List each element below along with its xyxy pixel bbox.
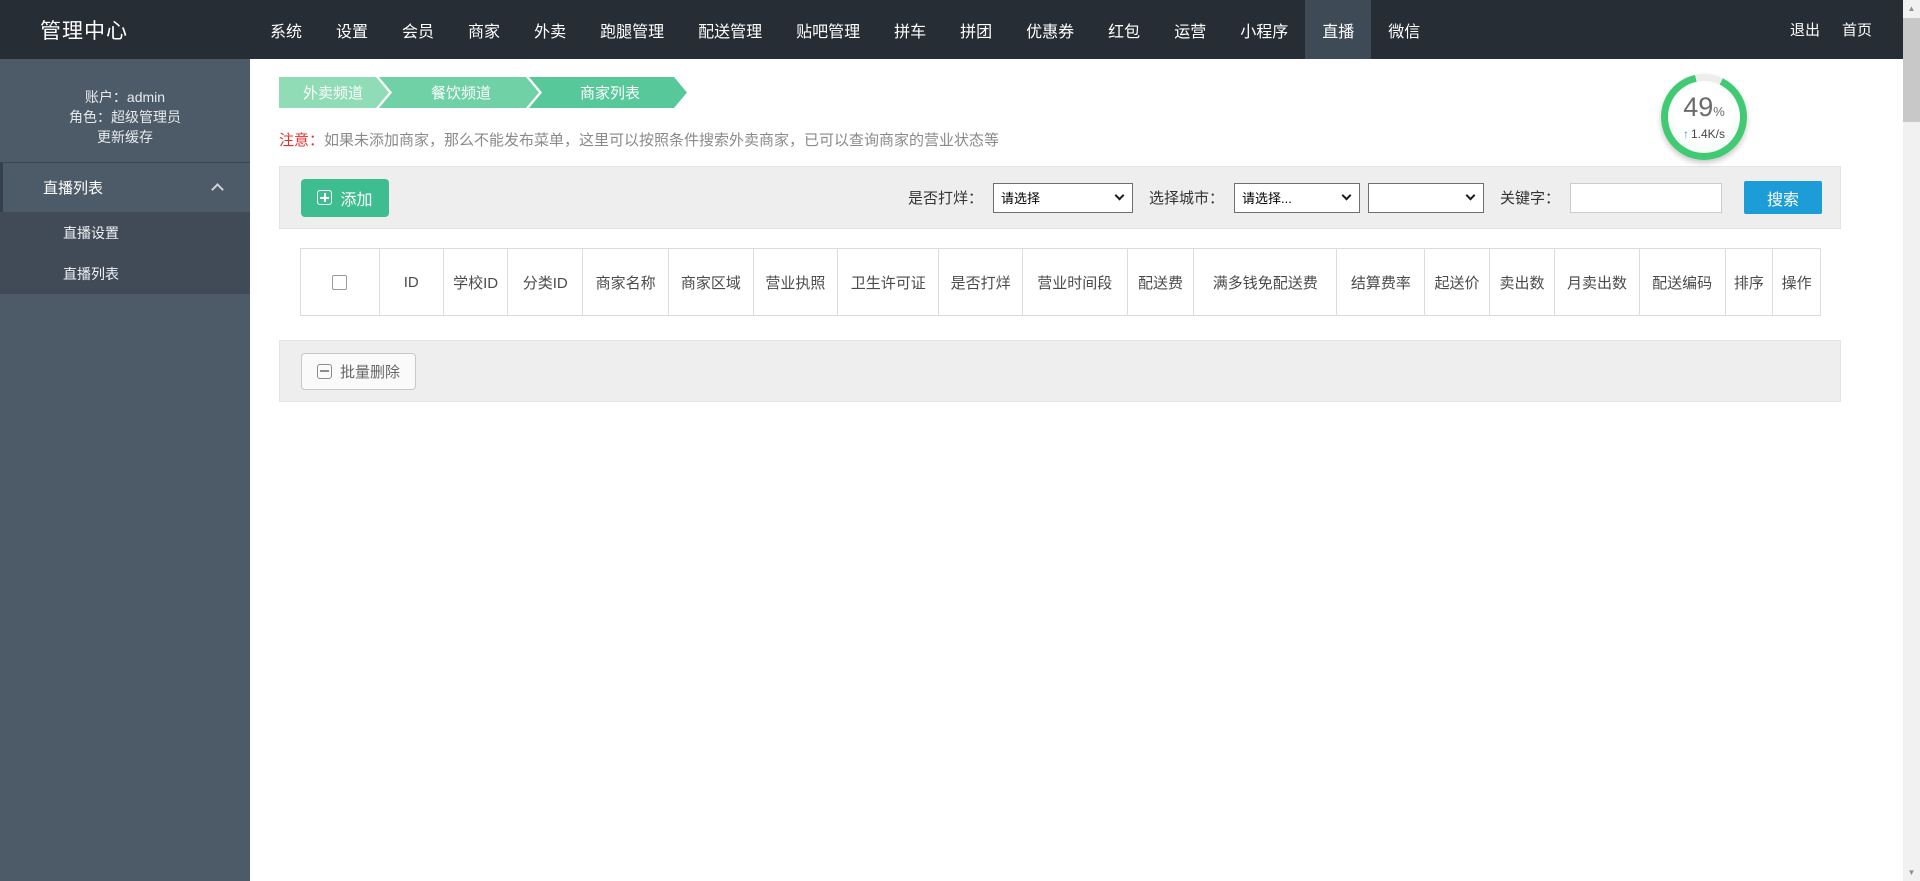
main-content: 外卖频道 餐饮频道 商家列表 注意：如果未添加商家，那么不能发布菜单，这里可以按… bbox=[250, 59, 1903, 881]
header-min-order: 起送价 bbox=[1424, 248, 1490, 316]
header-merchant-name: 商家名称 bbox=[582, 248, 670, 316]
sidebar-section-live-list[interactable]: 直播列表 bbox=[0, 163, 250, 212]
batch-delete-button[interactable]: 批量删除 bbox=[301, 352, 417, 390]
header-actions: 操作 bbox=[1772, 248, 1821, 316]
nav-item-wechat[interactable]: 微信 bbox=[1371, 0, 1437, 59]
add-button-label: 添加 bbox=[340, 191, 373, 209]
breadcrumb-catering-channel[interactable]: 餐饮频道 bbox=[379, 77, 539, 108]
gauge-percent-unit: % bbox=[1713, 103, 1725, 119]
nav-item-carpool[interactable]: 拼车 bbox=[877, 0, 943, 59]
table-footer-bar: 批量删除 bbox=[279, 340, 1841, 402]
header-settlement-rate: 结算费率 bbox=[1336, 248, 1426, 316]
district-select[interactable] bbox=[1367, 182, 1484, 213]
sidebar-item-live-list[interactable]: 直播列表 bbox=[0, 253, 250, 294]
notice-prefix: 注意： bbox=[279, 132, 325, 149]
sidebar-submenu: 直播设置 直播列表 bbox=[0, 212, 250, 294]
keyword-input[interactable] bbox=[1570, 182, 1722, 213]
nav-item-forum-mgmt[interactable]: 贴吧管理 bbox=[779, 0, 877, 59]
gauge-inner: 49% ↑ 1.4K/s bbox=[1668, 81, 1740, 153]
home-link[interactable]: 首页 bbox=[1842, 19, 1872, 40]
gauge-rate: ↑ 1.4K/s bbox=[1683, 127, 1725, 141]
refresh-cache-link[interactable]: 更新缓存 bbox=[0, 128, 250, 147]
gauge-rate-value: 1.4K/s bbox=[1690, 126, 1726, 141]
scrollbar-thumb[interactable] bbox=[1903, 18, 1920, 122]
nav-item-coupons[interactable]: 优惠券 bbox=[1009, 0, 1091, 59]
nav-item-live[interactable]: 直播 bbox=[1305, 0, 1372, 59]
header-business-license: 营业执照 bbox=[752, 248, 839, 316]
nav-item-miniprogram[interactable]: 小程序 bbox=[1223, 0, 1305, 59]
scrollbar-down-arrow[interactable]: ▼ bbox=[1903, 864, 1920, 881]
notice-body: 如果未添加商家，那么不能发布菜单，这里可以按照条件搜索外卖商家，已可以查询商家的… bbox=[324, 132, 1000, 149]
header-business-hours: 营业时间段 bbox=[1021, 248, 1128, 316]
nav-right-links: 退出 首页 bbox=[1790, 0, 1920, 59]
search-button-label: 搜索 bbox=[1766, 191, 1799, 209]
chevron-down-icon bbox=[1465, 190, 1476, 201]
nav-item-operations[interactable]: 运营 bbox=[1157, 0, 1223, 59]
select-all-checkbox[interactable] bbox=[332, 275, 348, 291]
logout-link[interactable]: 退出 bbox=[1790, 19, 1820, 40]
header-sold-count: 卖出数 bbox=[1488, 248, 1556, 316]
plus-icon bbox=[317, 190, 333, 205]
page-scrollbar[interactable]: ▲ ▼ bbox=[1903, 0, 1920, 881]
header-monthly-sold: 月卖出数 bbox=[1554, 248, 1640, 316]
city-select[interactable]: 请选择... bbox=[1233, 182, 1360, 213]
header-open-status: 是否打烊 bbox=[938, 248, 1023, 316]
chevron-up-icon bbox=[211, 183, 224, 196]
header-merchant-area: 商家区域 bbox=[668, 248, 754, 316]
chevron-down-icon bbox=[1341, 190, 1352, 201]
header-delivery-fee: 配送费 bbox=[1126, 248, 1195, 316]
role-label: 角色：超级管理员 bbox=[69, 109, 181, 125]
sidebar: 账户：admin 角色：超级管理员 更新缓存 直播列表 直播设置 直播列表 bbox=[0, 59, 250, 881]
toolbar: 添加 是否打烊： 请选择 选择城市： 请选择... 关键字： 搜索 bbox=[279, 166, 1841, 229]
chevron-down-icon bbox=[1114, 190, 1125, 201]
nav-item-merchants[interactable]: 商家 bbox=[451, 0, 517, 59]
up-arrow-icon: ↑ bbox=[1682, 126, 1689, 141]
city-label: 选择城市： bbox=[1148, 190, 1224, 207]
header-school-id: 学校ID bbox=[442, 248, 509, 316]
minus-icon bbox=[317, 363, 332, 379]
gauge-percent-value: 49 bbox=[1683, 91, 1714, 122]
header-select-all bbox=[300, 248, 380, 316]
account-block: 账户：admin 角色：超级管理员 更新缓存 bbox=[0, 59, 250, 147]
sidebar-item-live-settings[interactable]: 直播设置 bbox=[0, 212, 250, 253]
scrollbar-up-arrow[interactable]: ▲ bbox=[1903, 0, 1920, 17]
nav-item-groupbuy[interactable]: 拼团 bbox=[943, 0, 1009, 59]
batch-delete-label: 批量删除 bbox=[340, 363, 401, 381]
table-header-row: ID 学校ID 分类ID 商家名称 商家区域 营业执照 卫生许可证 是否打烊 营… bbox=[300, 248, 1821, 316]
nav-item-delivery-mgmt[interactable]: 配送管理 bbox=[681, 0, 779, 59]
breadcrumb-takeout-channel[interactable]: 外卖频道 bbox=[279, 77, 389, 108]
nav-item-system[interactable]: 系统 bbox=[253, 0, 319, 59]
gauge-percent: 49% bbox=[1683, 91, 1725, 125]
open-status-select-value: 请选择 bbox=[1000, 191, 1040, 206]
nav-item-takeout[interactable]: 外卖 bbox=[517, 0, 583, 59]
merchant-table: ID 学校ID 分类ID 商家名称 商家区域 营业执照 卫生许可证 是否打烊 营… bbox=[300, 248, 1841, 316]
header-category-id: 分类ID bbox=[507, 248, 584, 316]
app-title: 管理中心 bbox=[40, 19, 128, 43]
header-sort: 排序 bbox=[1724, 248, 1774, 316]
filter-bar: 是否打烊： 请选择 选择城市： 请选择... 关键字： 搜索 bbox=[892, 181, 1822, 214]
city-select-value: 请选择... bbox=[1241, 191, 1292, 206]
account-label: 账户：admin bbox=[84, 89, 166, 105]
sidebar-section-label: 直播列表 bbox=[43, 180, 104, 197]
nav-item-errand-mgmt[interactable]: 跑腿管理 bbox=[583, 0, 681, 59]
nav-item-members[interactable]: 会员 bbox=[385, 0, 451, 59]
search-button[interactable]: 搜索 bbox=[1744, 181, 1822, 214]
nav-item-settings[interactable]: 设置 bbox=[319, 0, 385, 59]
notice-text: 注意：如果未添加商家，那么不能发布菜单，这里可以按照条件搜索外卖商家，已可以查询… bbox=[279, 129, 1841, 150]
open-status-select[interactable]: 请选择 bbox=[992, 182, 1133, 213]
nav-item-redpacket[interactable]: 红包 bbox=[1091, 0, 1157, 59]
breadcrumb-merchant-list[interactable]: 商家列表 bbox=[529, 77, 687, 108]
header-free-delivery: 满多钱免配送费 bbox=[1193, 248, 1338, 316]
header-id: ID bbox=[378, 248, 444, 316]
top-nav: 管理中心 系统 设置 会员 商家 外卖 跑腿管理 配送管理 贴吧管理 拼车 拼团… bbox=[0, 0, 1920, 59]
keyword-label: 关键字： bbox=[1499, 190, 1560, 207]
header-health-permit: 卫生许可证 bbox=[837, 248, 940, 316]
open-status-label: 是否打烊： bbox=[907, 190, 983, 207]
main-menu: 系统 设置 会员 商家 外卖 跑腿管理 配送管理 贴吧管理 拼车 拼团 优惠券 … bbox=[253, 0, 1437, 59]
add-button[interactable]: 添加 bbox=[301, 178, 389, 217]
header-delivery-code: 配送编码 bbox=[1638, 248, 1726, 316]
breadcrumb: 外卖频道 餐饮频道 商家列表 bbox=[279, 77, 1841, 108]
bandwidth-gauge: 49% ↑ 1.4K/s bbox=[1661, 74, 1747, 160]
